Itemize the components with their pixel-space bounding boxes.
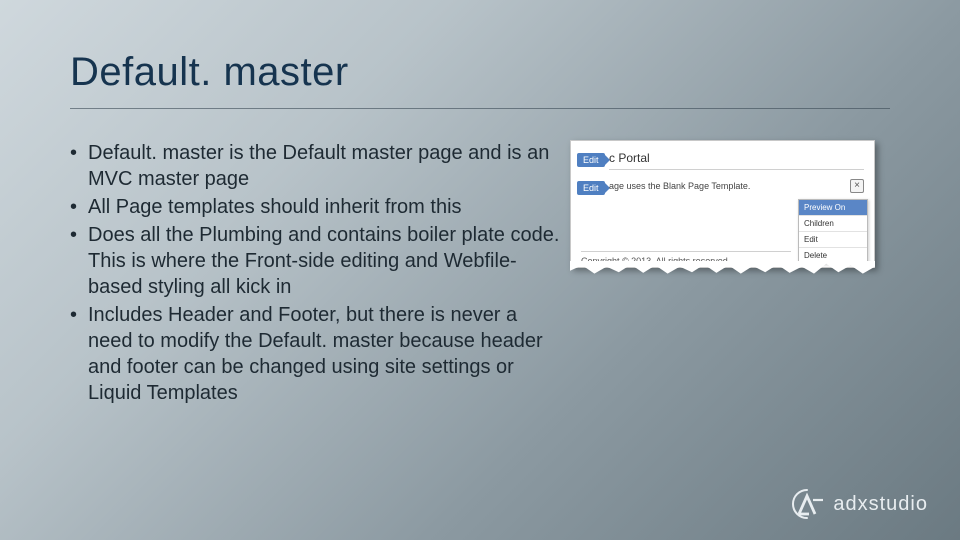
bullet-icon: •	[70, 222, 88, 300]
portal-title: c Portal	[609, 151, 864, 170]
edit-tag: Edit	[577, 181, 605, 195]
list-item: • Does all the Plumbing and contains boi…	[70, 222, 560, 300]
logo-text: adxstudio	[833, 493, 928, 516]
list-item: • All Page templates should inherit from…	[70, 194, 560, 220]
bullet-text: All Page templates should inherit from t…	[88, 194, 462, 220]
menu-item-edit: Edit	[799, 231, 867, 247]
title-divider	[70, 108, 890, 109]
slide-title: Default. master	[70, 50, 349, 95]
bullet-icon: •	[70, 302, 88, 406]
logo-icon	[787, 488, 827, 520]
bullet-list: • Default. master is the Default master …	[70, 140, 560, 408]
close-icon: ×	[850, 179, 864, 193]
bullet-text: Does all the Plumbing and contains boile…	[88, 222, 560, 300]
menu-item-delete: Delete	[799, 247, 867, 263]
bullet-text: Default. master is the Default master pa…	[88, 140, 560, 192]
edit-tag: Edit	[577, 153, 605, 167]
adxstudio-logo: adxstudio	[787, 488, 928, 520]
logo-text-thin: adx	[833, 493, 868, 515]
logo-text-bold: studio	[869, 493, 928, 515]
bullet-icon: •	[70, 140, 88, 192]
menu-item-children: Children	[799, 215, 867, 231]
bullet-text: Includes Header and Footer, but there is…	[88, 302, 560, 406]
template-description: age uses the Blank Page Template.	[609, 181, 750, 191]
context-menu: Preview On Children Edit Delete	[798, 199, 868, 264]
list-item: • Default. master is the Default master …	[70, 140, 560, 192]
bullet-icon: •	[70, 194, 88, 220]
torn-edge-decoration	[570, 261, 875, 275]
screenshot-preview: Edit c Portal Edit age uses the Blank Pa…	[570, 140, 875, 268]
menu-header: Preview On	[799, 200, 867, 215]
list-item: • Includes Header and Footer, but there …	[70, 302, 560, 406]
